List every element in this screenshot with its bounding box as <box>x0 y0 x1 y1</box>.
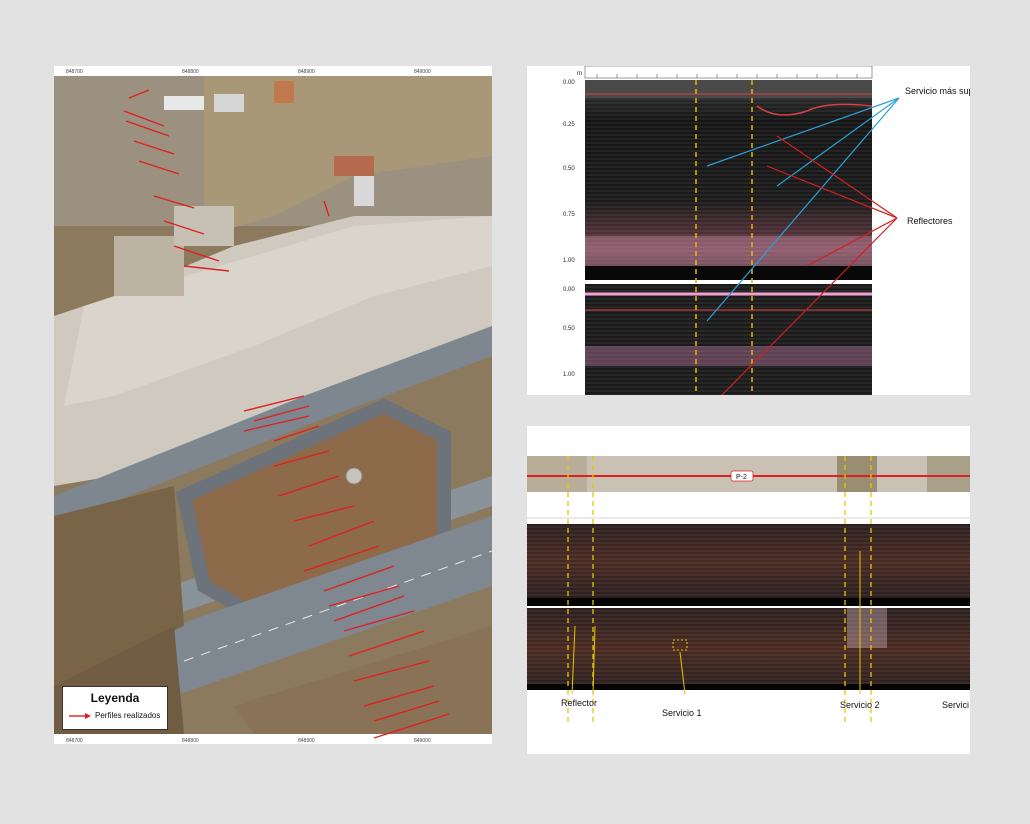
svg-text:849000: 849000 <box>414 738 431 744</box>
svg-text:1.00: 1.00 <box>563 258 575 264</box>
aerial-map-image: 848700 848800 848900 849000 848700 84880… <box>54 66 492 744</box>
red-arrow-icon <box>69 712 91 719</box>
gpr-profile-bottom: P-2 Reflector Servicio 1 Servicio 2 Serv… <box>527 426 970 754</box>
reflector-label: Reflector <box>561 698 597 708</box>
svg-text:1.00: 1.00 <box>563 372 575 378</box>
aerial-map-panel: 848700 848800 848900 849000 848700 84880… <box>54 66 492 744</box>
svg-text:0.25: 0.25 <box>563 122 575 128</box>
service1-label: Servicio 1 <box>662 708 702 718</box>
map-legend: Leyenda Perfiles realizados <box>62 686 168 730</box>
svg-text:848700: 848700 <box>66 738 83 744</box>
svg-text:m: m <box>577 71 582 77</box>
svg-text:849000: 849000 <box>414 69 431 75</box>
svg-text:0.00: 0.00 <box>563 80 575 86</box>
depth-axis-upper: 0.00 0.25 0.50 0.75 1.00 <box>563 80 575 264</box>
legend-entry-label: Perfiles realizados <box>95 711 161 720</box>
depth-axis-lower: 0.00 0.50 1.00 <box>563 287 575 378</box>
service2-label: Servicio 2 <box>840 700 880 710</box>
svg-text:0.50: 0.50 <box>563 326 575 332</box>
legend-entry: Perfiles realizados <box>69 711 160 720</box>
svg-text:848900: 848900 <box>298 69 315 75</box>
svg-text:0.00: 0.00 <box>563 287 575 293</box>
svg-text:0.75: 0.75 <box>563 212 575 218</box>
service-annotation: Servicio más superficial <box>905 86 970 96</box>
svg-text:848900: 848900 <box>298 738 315 744</box>
svg-text:848700: 848700 <box>66 69 83 75</box>
gpr-radargram-top: 0.00 0.25 0.50 0.75 1.00 0.00 0.50 1.00 … <box>527 66 970 395</box>
profile-tag: P-2 <box>736 474 747 481</box>
radargram-top-image: 0.00 0.25 0.50 0.75 1.00 0.00 0.50 1.00 … <box>563 66 970 395</box>
legend-title: Leyenda <box>90 691 140 705</box>
svg-text:0.50: 0.50 <box>563 166 575 172</box>
reflectors-annotation: Reflectores <box>907 216 953 226</box>
svg-text:848800: 848800 <box>182 738 199 744</box>
svg-text:848800: 848800 <box>182 69 199 75</box>
service3-label: Servici <box>942 700 969 710</box>
profile-p2-image: P-2 Reflector Servicio 1 Servicio 2 Serv… <box>527 456 970 722</box>
